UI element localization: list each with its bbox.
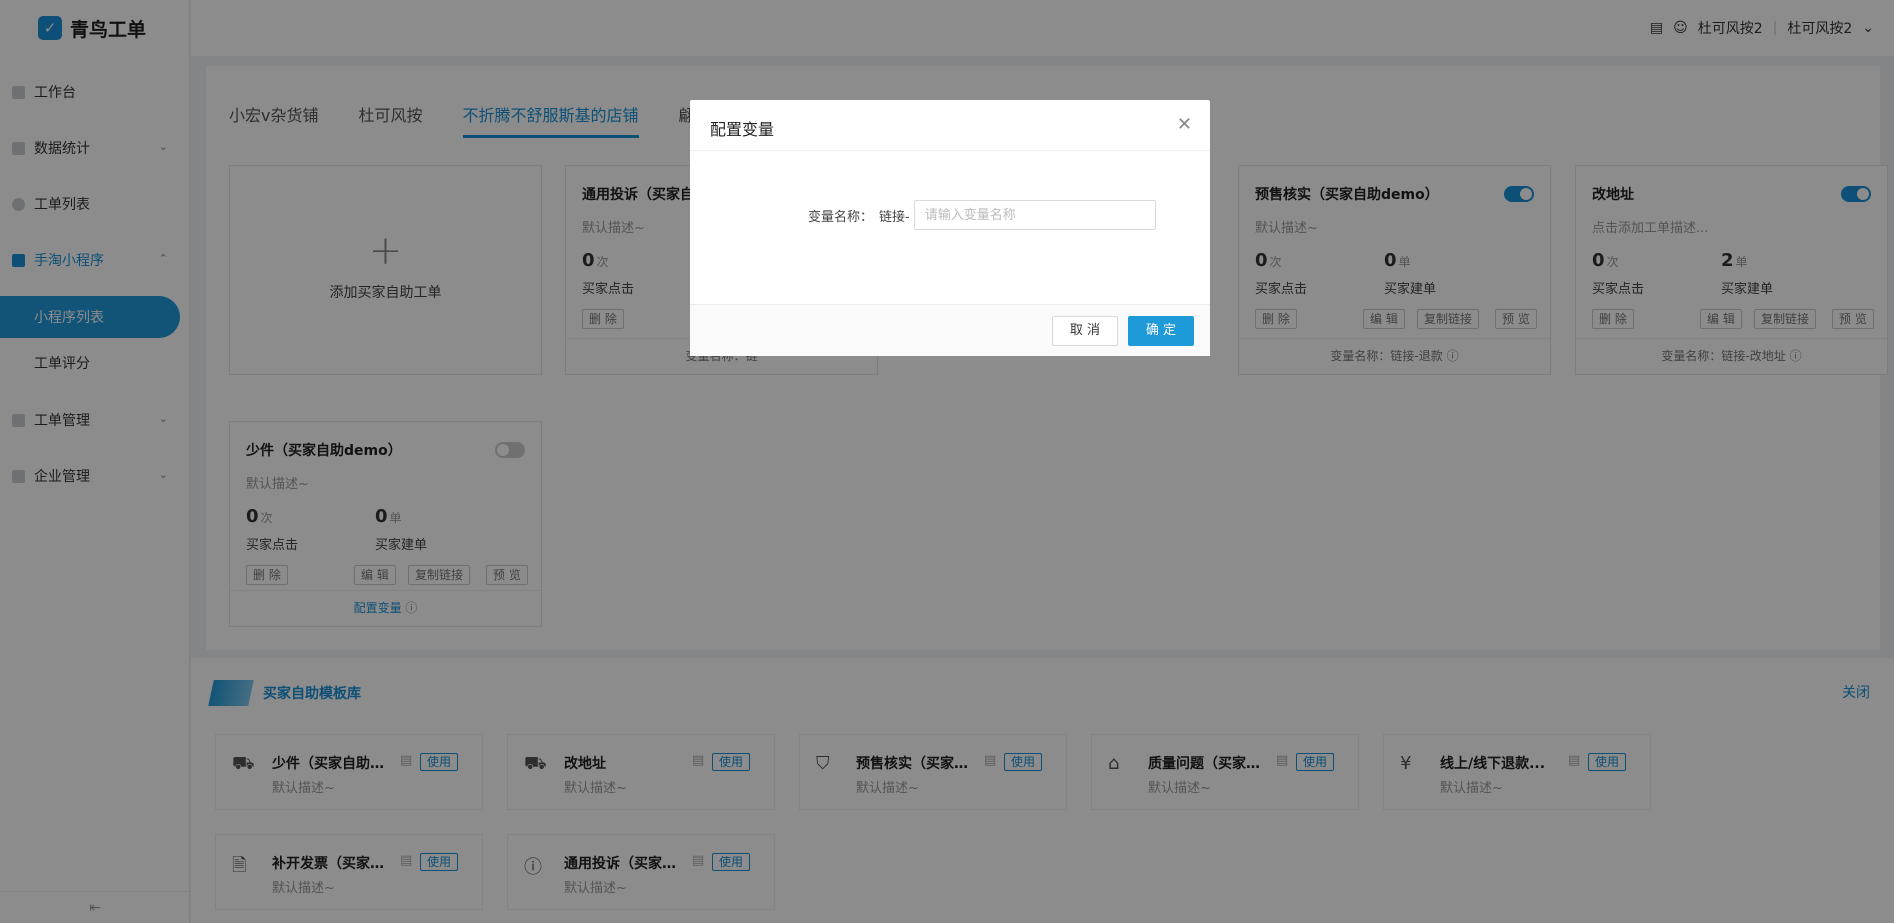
dialog-title: 配置变量 (690, 100, 1210, 151)
variable-name-row: 变量名称： 链接- (808, 200, 1156, 230)
variable-prefix: 链接- (879, 209, 910, 225)
close-icon[interactable]: ✕ (1177, 114, 1192, 135)
variable-name-input[interactable] (913, 200, 1156, 230)
variable-name-label: 变量名称： (808, 209, 874, 225)
configure-variable-dialog: 配置变量 ✕ 变量名称： 链接- 取 消 确 定 (690, 100, 1210, 356)
confirm-button[interactable]: 确 定 (1128, 316, 1194, 346)
dialog-footer: 取 消 确 定 (690, 304, 1210, 356)
cancel-button[interactable]: 取 消 (1052, 316, 1118, 346)
